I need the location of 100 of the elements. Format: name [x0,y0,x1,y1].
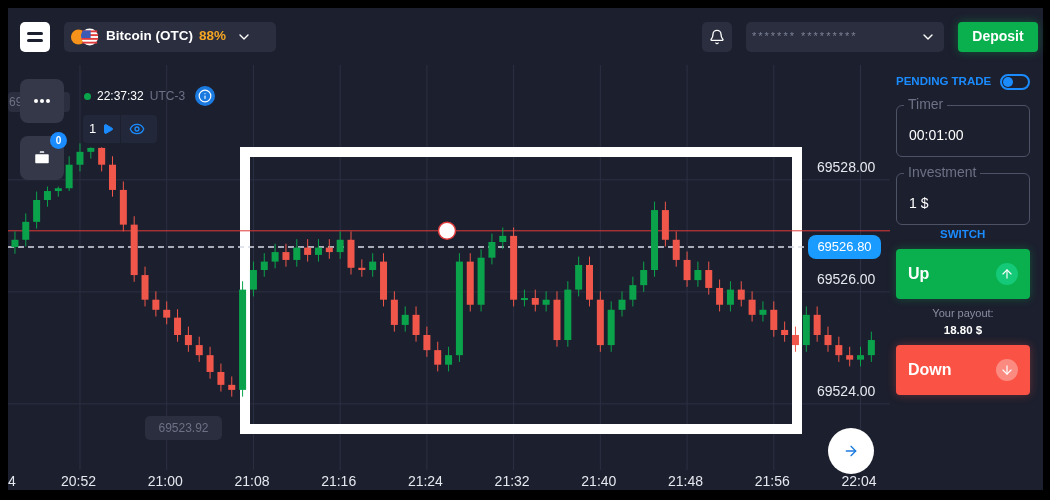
candle [781,321,789,343]
candle [293,238,301,268]
candle [65,155,73,192]
candle [87,146,95,160]
candle [347,230,355,275]
candle [33,191,41,230]
candle [325,238,333,260]
candle [380,252,387,307]
candle [726,280,734,312]
down-button[interactable]: Down [896,344,1030,395]
info-icon [198,89,213,103]
candle [98,146,106,172]
candle [737,280,745,307]
candle [520,289,528,307]
trade-marker [437,221,457,241]
low-price-label: 69523.92 [145,416,222,440]
candle [141,266,149,307]
candle [130,215,138,283]
candle [835,336,843,363]
time-axis-label: 22:04 [841,472,877,491]
candle [184,326,192,353]
candle [260,252,268,278]
candle [748,290,756,323]
up-button[interactable]: Up [896,249,1030,299]
arrow-down-icon [996,358,1018,381]
candle [531,289,539,312]
candle [759,300,767,323]
candle [336,230,344,260]
candle [401,305,409,333]
candle [477,248,485,312]
candle [705,261,713,296]
indicator-count: 1 [88,120,98,139]
candle [857,346,864,367]
timezone-label: UTC-3 [149,88,186,105]
info-button[interactable] [195,86,216,106]
scroll-to-latest-button[interactable] [828,428,874,474]
candle [813,305,821,343]
payout-value: 18.80 $ [942,322,984,338]
candle [629,276,637,307]
notifications-button[interactable] [702,21,732,52]
candle [304,238,312,263]
candle [824,326,832,353]
candle [217,363,225,393]
briefcase-icon [33,149,51,167]
candle [228,375,236,398]
time-axis-label: 21:08 [234,472,270,491]
candle [369,252,377,278]
pending-trade-toggle[interactable] [1000,74,1030,90]
candle [488,233,496,265]
price-axis-label: 69526.00 [817,269,876,289]
time-axis-label: 21:48 [668,472,704,491]
candle [109,155,116,198]
candle [867,331,875,363]
candle [195,336,203,363]
candle [575,256,583,297]
candle [206,346,214,380]
asset-selector[interactable]: Bitcoin (OTC) 88% [64,21,276,52]
bell-icon [709,28,725,45]
more-button[interactable] [20,79,64,123]
menu-button[interactable] [20,21,50,52]
play-icon[interactable] [102,123,115,135]
candle [499,226,507,250]
candle [661,201,669,247]
candle [43,186,51,208]
candle [282,243,290,268]
timer-label: Timer [904,96,948,112]
candle [434,341,442,372]
time-axis-label: 20:52 [60,472,96,491]
time-axis-label: 4 [8,472,16,491]
candle [271,243,279,269]
candle [802,305,810,353]
candle [846,346,854,367]
account-selector[interactable]: ******* ********* [746,21,944,52]
candle [596,290,604,353]
candle [163,300,171,325]
clock-time: 22:37:32 [97,88,144,105]
pending-trade-label: PENDING TRADE [896,74,992,90]
deposit-button[interactable]: Deposit [958,21,1038,52]
eye-icon[interactable] [129,121,146,137]
candle [119,181,127,232]
time-axis-label: 21:00 [147,472,183,491]
candle [315,238,322,263]
candle [683,251,691,288]
investment-label: Investment [904,164,981,180]
portfolio-button[interactable] [20,136,64,180]
trade-count-badge: 0 [50,132,67,149]
time-axis-label: 21:16 [321,472,357,491]
candle [716,279,724,312]
bitcoin-flag-icon [70,26,100,47]
candle [564,280,572,348]
candle [54,186,62,198]
candle [174,308,182,343]
candle [466,252,474,312]
candle [618,290,626,317]
candle [390,290,398,333]
candle [249,261,257,297]
candle [76,142,84,172]
candle [640,261,648,293]
candle [152,290,160,317]
candle [672,230,680,268]
